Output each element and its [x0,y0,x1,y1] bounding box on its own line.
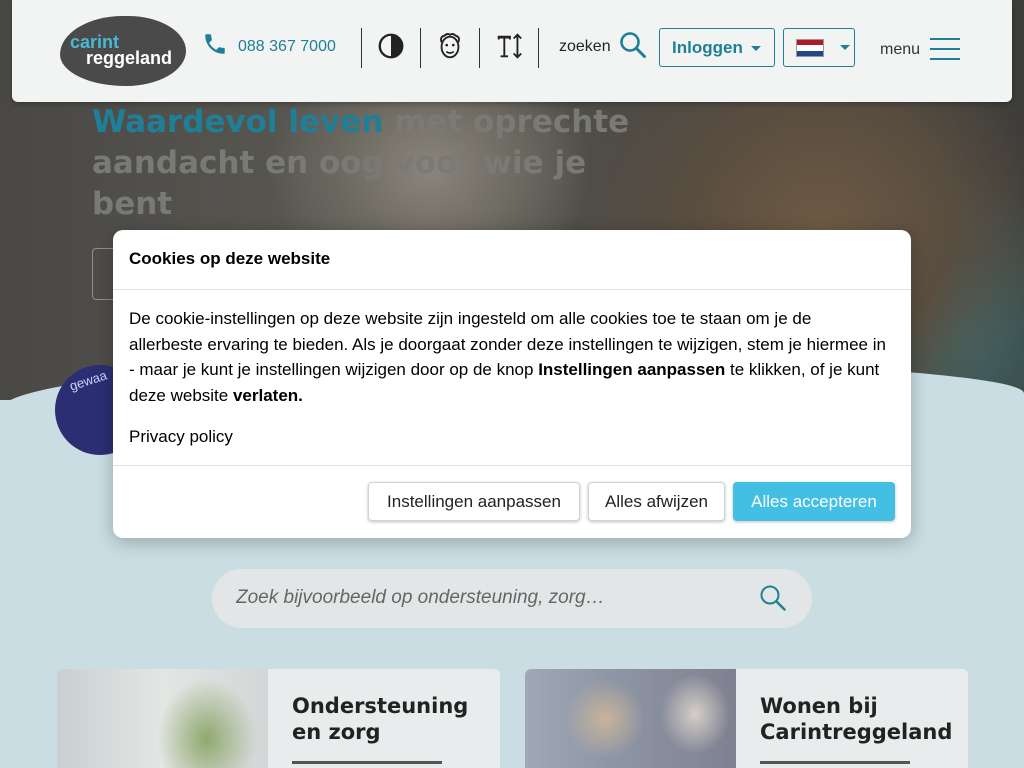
text-size-icon[interactable] [494,30,524,62]
body-bold-settings: Instellingen aanpassen [538,360,726,379]
card-text [292,761,482,768]
login-dropdown-button[interactable]: Inloggen [659,28,775,67]
language-dropdown-button[interactable] [783,28,855,67]
site-search [212,569,812,628]
read-aloud-icon[interactable] [435,30,465,62]
separator [361,28,362,68]
cookie-dialog-body: De cookie-instellingen op deze website z… [129,306,889,408]
hero-title: Waardevol leven met oprechte aandacht en… [92,102,632,225]
card-photo [57,669,268,768]
chevron-down-icon [840,45,850,50]
card-title: Ondersteuning en zorg [292,694,469,744]
card-title: Wonen bij Carintreggeland [760,694,953,744]
menu-label[interactable]: menu [880,41,920,59]
phone-icon[interactable] [202,31,228,57]
card-photo [525,669,736,768]
reject-all-button[interactable]: Alles afwijzen [588,482,725,521]
card-wonen[interactable]: Wonen bij Carintreggeland [525,669,968,768]
leave-site-link[interactable]: verlaten. [233,386,303,405]
cookie-dialog-title: Cookies op deze website [129,249,331,268]
phone-number[interactable]: 088 367 7000 [238,38,336,56]
contrast-icon[interactable] [376,30,406,62]
divider [113,289,911,290]
logo-line-2: reggeland [86,48,173,68]
search-icon[interactable] [619,31,647,59]
adjust-settings-button[interactable]: Instellingen aanpassen [368,482,580,521]
card-ondersteuning[interactable]: Ondersteuning en zorg [57,669,500,768]
separator [420,28,421,68]
search-input[interactable] [236,583,736,613]
hamburger-menu-icon[interactable] [930,38,960,62]
divider [113,465,911,466]
search-label[interactable]: zoeken [559,38,611,56]
site-logo[interactable]: carint reggeland [60,16,186,86]
hero-title-accent: Waardevol leven [92,104,384,140]
cookie-dialog: Cookies op deze website De cookie-instel… [113,230,911,538]
card-text [760,761,950,768]
search-icon[interactable] [759,584,787,612]
chevron-down-icon [750,45,761,51]
site-header: carint reggeland 088 367 7000 zoeken Inl… [12,0,1012,102]
separator [538,28,539,68]
accept-all-button[interactable]: Alles accepteren [733,482,895,521]
privacy-policy-link[interactable]: Privacy policy [129,427,233,447]
separator [479,28,480,68]
login-label: Inloggen [672,37,743,57]
dutch-flag-icon [796,39,824,57]
